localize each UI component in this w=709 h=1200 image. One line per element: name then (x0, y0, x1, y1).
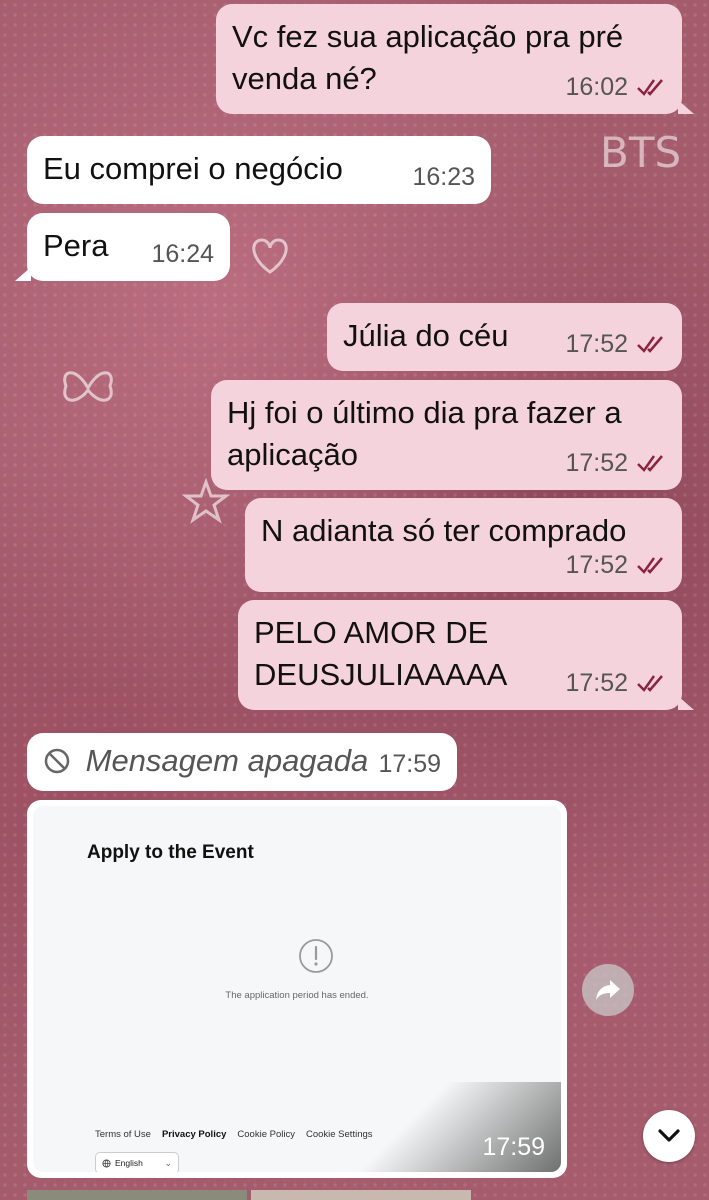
globe-icon (102, 1158, 111, 1168)
message-bubble-outgoing[interactable]: Júlia do céu 17:52 (327, 303, 682, 371)
terms-link: Terms of Use (95, 1129, 151, 1140)
event-page-title: Apply to the Event (87, 842, 254, 863)
forward-icon (596, 980, 620, 1000)
message-text: Eu comprei o negócio (43, 151, 343, 186)
language-select: English ⌄ (95, 1152, 179, 1172)
message-bubble-outgoing[interactable]: N adianta só ter comprado 17:52 (245, 498, 682, 592)
double-check-icon (637, 336, 663, 353)
forward-button[interactable] (582, 964, 634, 1016)
message-bubble-outgoing[interactable]: PELO AMOR DE DEUSJULIAAAAA 17:52 (238, 600, 694, 710)
message-meta: 17:52 (565, 544, 666, 586)
message-bubble-incoming[interactable]: Eu comprei o negócio 16:23 (27, 136, 491, 204)
message-bubble-incoming[interactable]: Pera 16:24 (15, 213, 230, 281)
language-value: English (115, 1158, 143, 1168)
message-meta: 17:59 (378, 743, 441, 785)
media-thumbnail[interactable] (251, 1190, 471, 1200)
message-time: 17:59 (378, 750, 441, 778)
double-check-icon (637, 79, 663, 96)
message-meta: 16:02 (565, 66, 666, 108)
message-bubble-outgoing[interactable]: Hj foi o último dia pra fazer a aplicaçã… (211, 380, 682, 490)
message-time: 16:02 (565, 73, 628, 101)
next-media-thumbnails (27, 1190, 471, 1200)
chat-view[interactable]: BTS Vc fez sua aplicação pra pré venda n… (0, 0, 709, 1200)
wallpaper-bts-doodle: BTS (600, 128, 682, 177)
cookie-policy-link: Cookie Policy (237, 1129, 295, 1140)
message-time: 17:52 (565, 551, 628, 579)
chevron-down-icon: ⌄ (164, 1157, 172, 1168)
image-message[interactable]: Apply to the Event The application perio… (27, 800, 567, 1178)
message-time: 17:52 (565, 449, 628, 477)
double-check-icon (637, 675, 663, 692)
exclamation-circle-icon (299, 939, 333, 973)
prohibited-icon (44, 748, 70, 774)
message-time: 16:24 (151, 240, 214, 268)
message-text: N adianta só ter comprado (261, 513, 627, 548)
message-meta: 16:24 (151, 233, 214, 275)
media-thumbnail[interactable] (27, 1190, 247, 1200)
privacy-link: Privacy Policy (161, 1129, 227, 1140)
message-text: Hj foi o último dia pra fazer a aplicaçã… (227, 395, 622, 472)
message-text: Mensagem apagada (85, 743, 369, 778)
message-meta: 17:52 (565, 662, 666, 704)
message-text: Júlia do céu (343, 318, 509, 353)
shared-screenshot[interactable]: Apply to the Event The application perio… (33, 806, 561, 1172)
deleted-message-bubble[interactable]: Mensagem apagada 17:59 (27, 733, 457, 791)
double-check-icon (637, 557, 663, 574)
message-text: PELO AMOR DE DEUSJULIAAAAA (254, 615, 508, 692)
message-time: 17:52 (565, 669, 628, 697)
heart-doodle-icon (252, 238, 288, 274)
bubble-tail (678, 696, 694, 710)
message-text: Pera (43, 228, 109, 263)
message-time: 16:23 (412, 163, 475, 191)
message-time: 17:52 (565, 330, 628, 358)
chevron-down-icon (658, 1129, 680, 1142)
application-status-text: The application period has ended. (225, 990, 369, 1001)
message-meta: 16:23 (412, 156, 475, 198)
message-time: 17:59 (482, 1133, 545, 1161)
message-meta: 17:52 (565, 442, 666, 484)
bubble-tail (15, 267, 31, 281)
scroll-to-bottom-button[interactable] (643, 1110, 695, 1162)
message-meta: 17:52 (565, 323, 666, 365)
double-check-icon (637, 455, 663, 472)
message-bubble-outgoing[interactable]: Vc fez sua aplicação pra pré venda né? 1… (216, 4, 694, 114)
butterfly-doodle-icon (63, 371, 113, 402)
bubble-tail (678, 100, 694, 114)
footer-links: Terms of Use Privacy Policy Cookie Polic… (95, 1129, 373, 1140)
